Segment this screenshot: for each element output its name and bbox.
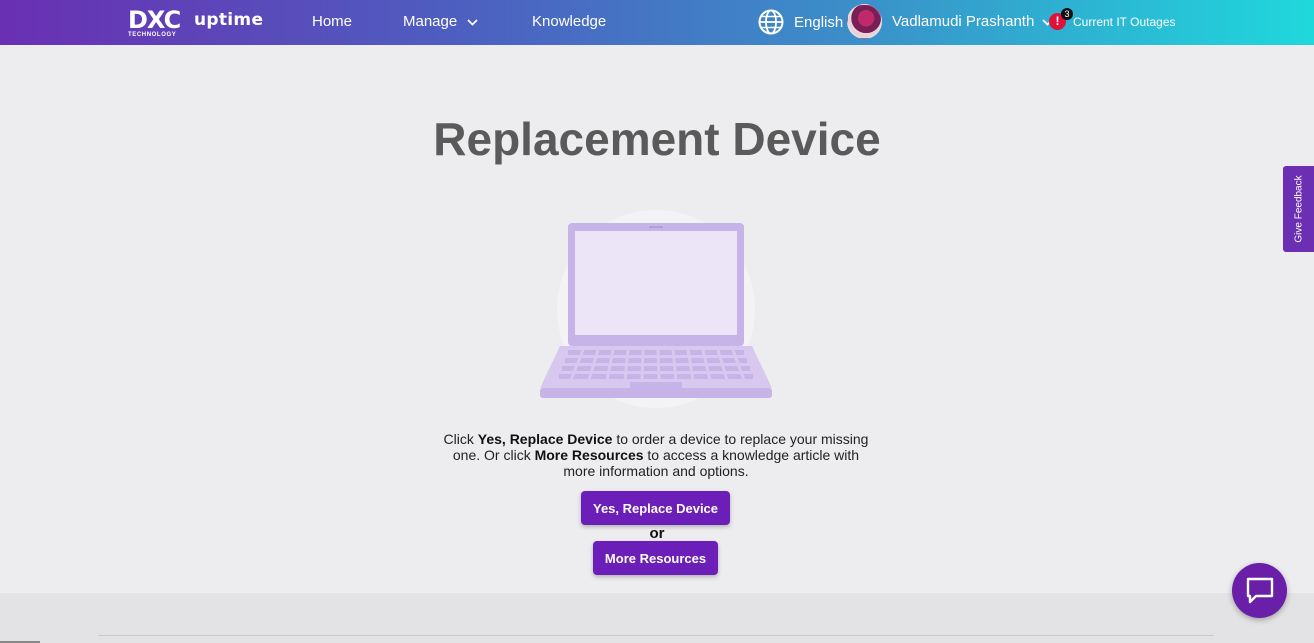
dxc-logo: DXC TECHNOLOGY (128, 6, 186, 41)
nav-manage[interactable]: Manage (403, 13, 479, 30)
give-feedback-label: Give Feedback (1293, 175, 1304, 243)
chat-icon (1246, 577, 1274, 604)
top-navigation-bar: DXC TECHNOLOGY uptime Home Manage Knowle… (0, 0, 1314, 45)
current-it-outages-link[interactable]: Current IT Outages (1073, 15, 1176, 29)
logo-product: uptime (194, 10, 264, 30)
instruction-text-bold: Yes, Replace Device (477, 431, 613, 447)
language-selector[interactable]: English (794, 14, 843, 31)
yes-replace-device-button[interactable]: Yes, Replace Device (581, 491, 730, 525)
nav-home[interactable]: Home (312, 13, 352, 30)
page-title: Replacement Device (433, 113, 881, 165)
dxc-uptime-logo[interactable]: DXC TECHNOLOGY uptime (128, 6, 264, 41)
more-resources-button[interactable]: More Resources (593, 541, 718, 575)
nav-manage-label: Manage (403, 13, 458, 30)
footer-divider (98, 635, 1214, 636)
logo-brand: DXC (128, 6, 181, 34)
chat-button[interactable] (1232, 563, 1287, 618)
instruction-text-bold: More Resources (534, 447, 644, 463)
nav-knowledge[interactable]: Knowledge (532, 13, 606, 30)
globe-icon[interactable] (758, 9, 784, 35)
laptop-illustration (540, 210, 772, 408)
logo-subtitle: TECHNOLOGY (128, 32, 177, 38)
give-feedback-tab[interactable]: Give Feedback (1283, 166, 1314, 252)
chevron-down-icon (467, 18, 479, 26)
or-separator: or (649, 525, 665, 542)
outage-count-badge: 3 (1061, 8, 1073, 20)
instruction-text: Click Yes, Replace Device to order a dev… (440, 431, 872, 479)
instruction-text-part: Click (443, 431, 478, 447)
user-name: Vadlamudi Prashanth (892, 13, 1035, 30)
user-avatar[interactable] (847, 4, 882, 39)
user-menu[interactable]: Vadlamudi Prashanth (892, 13, 1054, 30)
